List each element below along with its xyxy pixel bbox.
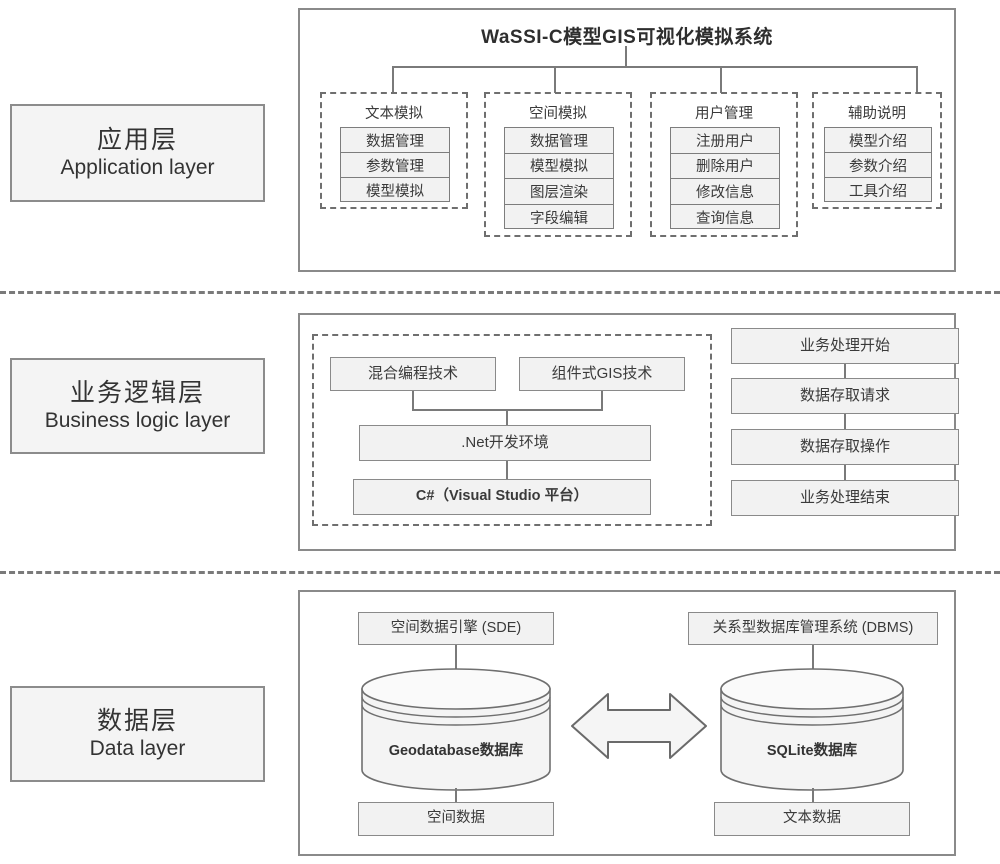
list-item[interactable]: 删除用户 [671, 154, 779, 179]
layer-plate-data: 数据层 Data layer [10, 686, 265, 782]
system-title: WaSSI-C模型GIS可视化模拟系统 [481, 27, 773, 48]
data-store-spatial-data[interactable]: 空间数据 [358, 802, 554, 836]
tech-connector-center-drop [506, 409, 508, 425]
sqlite-cylinder-shape [720, 668, 904, 791]
flow-box-process-end[interactable]: 业务处理结束 [731, 480, 959, 516]
geodatabase-cylinder: Geodatabase数据库 [358, 667, 554, 792]
list-item[interactable]: 参数管理 [341, 153, 449, 178]
module-items-user-management: 注册用户 删除用户 修改信息 查询信息 [670, 127, 780, 229]
layer-plate-application: 应用层 Application layer [10, 104, 265, 202]
layer-plate-data-label-cn: 数据层 [96, 706, 178, 735]
tech-connector-right-drop [601, 391, 603, 409]
module-title-spatial-simulation: 空间模拟 [529, 106, 587, 122]
layer-separator-1 [0, 291, 1000, 294]
layer-plate-business: 业务逻辑层 Business logic layer [10, 358, 265, 454]
module-items-help-description: 模型介绍 参数介绍 工具介绍 [824, 127, 932, 202]
list-item[interactable]: 参数介绍 [825, 153, 931, 178]
layer-plate-application-label-cn: 应用层 [96, 125, 178, 154]
list-item[interactable]: 工具介绍 [825, 178, 931, 203]
list-item[interactable]: 图层渲染 [505, 179, 613, 205]
tech-box-csharp-platform[interactable]: C#（Visual Studio 平台） [353, 479, 651, 515]
list-item[interactable]: 修改信息 [671, 179, 779, 205]
layer-separator-2 [0, 571, 1000, 574]
list-item[interactable]: 查询信息 [671, 205, 779, 231]
sqlite-to-text-data-connector [812, 788, 814, 802]
module-title-text-simulation: 文本模拟 [365, 106, 423, 122]
list-item[interactable]: 注册用户 [671, 128, 779, 154]
layer-plate-business-label-en: Business logic layer [44, 409, 231, 433]
flow-box-process-start[interactable]: 业务处理开始 [731, 328, 959, 364]
list-item[interactable]: 模型模拟 [341, 178, 449, 203]
tech-box-component-gis[interactable]: 组件式GIS技术 [519, 357, 685, 391]
double-arrow-icon [571, 693, 707, 759]
sqlite-label: SQLite数据库 [766, 743, 858, 759]
list-item[interactable]: 字段编辑 [505, 205, 613, 231]
flow-connector-1 [844, 364, 846, 378]
module-items-text-simulation: 数据管理 参数管理 模型模拟 [340, 127, 450, 202]
data-store-text-data[interactable]: 文本数据 [714, 802, 910, 836]
data-engine-dbms[interactable]: 关系型数据库管理系统 (DBMS) [688, 612, 938, 645]
tree-drop-2 [554, 66, 556, 93]
tech-box-mixed-programming[interactable]: 混合编程技术 [330, 357, 496, 391]
tech-connector-left-drop [412, 391, 414, 409]
tech-box-dotnet-environment[interactable]: .Net开发环境 [359, 425, 651, 461]
tree-stem [625, 46, 627, 66]
layer-plate-business-label-cn: 业务逻辑层 [69, 378, 205, 407]
geodatabase-label: Geodatabase数据库 [388, 743, 524, 759]
flow-connector-3 [844, 465, 846, 480]
list-item[interactable]: 数据管理 [341, 128, 449, 153]
dotnet-to-platform-connector [506, 461, 508, 479]
layer-plate-data-label-en: Data layer [89, 737, 186, 761]
module-title-user-management: 用户管理 [695, 106, 753, 122]
layer-plate-application-label-en: Application layer [60, 156, 215, 180]
tree-drop-4 [916, 66, 918, 93]
data-engine-sde[interactable]: 空间数据引擎 (SDE) [358, 612, 554, 645]
flow-box-data-access-request[interactable]: 数据存取请求 [731, 378, 959, 414]
flow-box-data-access-operation[interactable]: 数据存取操作 [731, 429, 959, 465]
flow-connector-2 [844, 414, 846, 429]
list-item[interactable]: 数据管理 [505, 128, 613, 154]
sqlite-cylinder: SQLite数据库 [717, 667, 907, 792]
geodatabase-cylinder-shape [361, 668, 551, 791]
list-item[interactable]: 模型模拟 [505, 154, 613, 179]
module-title-help-description: 辅助说明 [848, 106, 906, 122]
tree-drop-3 [720, 66, 722, 93]
tree-bar [392, 66, 917, 68]
module-items-spatial-simulation: 数据管理 模型模拟 图层渲染 字段编辑 [504, 127, 614, 229]
list-item[interactable]: 模型介绍 [825, 128, 931, 153]
geodatabase-to-spatial-data-connector [455, 788, 457, 802]
bidirectional-exchange-arrow [570, 690, 708, 762]
tree-drop-1 [392, 66, 394, 93]
